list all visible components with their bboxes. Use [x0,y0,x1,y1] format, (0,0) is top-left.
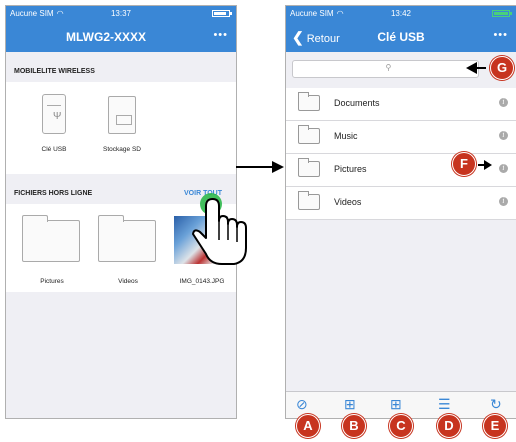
tapping-hand-icon [192,193,247,265]
callout-badge-b: B [342,414,366,438]
folder-row-videos[interactable]: Videos i [286,187,516,220]
sort-icon[interactable]: ☰ [438,396,451,413]
info-icon[interactable]: i [499,98,508,107]
folder-icon [298,92,320,111]
nav-bar: MLWG2-XXXX ••• [6,22,236,52]
select-icon[interactable]: ⊘ [296,396,308,413]
info-icon[interactable]: i [499,164,508,173]
callout-g-arrowhead [466,62,477,74]
callout-badge-c: C [389,414,413,438]
item-label: Videos [118,278,138,285]
folder-name: Videos [334,197,362,207]
arrowhead [272,161,284,173]
folder-icon [98,215,156,262]
folder-row-pictures[interactable]: Pictures i [286,154,516,187]
sd-card-icon [108,96,136,134]
more-menu-icon[interactable]: ••• [493,29,508,41]
device-label: Clé USB [41,146,67,153]
folder-row-music[interactable]: Music i [286,121,516,154]
folder-row-documents[interactable]: Documents i [286,88,516,121]
callout-f-arrowhead [484,160,492,170]
offline-item-pictures[interactable]: Pictures [22,215,82,286]
search-input[interactable]: ⚲ [292,60,479,78]
page-title: Clé USB [377,30,425,44]
nav-bar: ❮ Retour Clé USB ••• [286,22,516,52]
folder-name: Music [334,131,358,141]
callout-badge-g: G [490,56,514,80]
callout-badge-d: D [437,414,461,438]
more-menu-icon[interactable]: ••• [213,29,228,41]
usb-drive-icon: Ψ [42,94,66,134]
clock: 13:37 [110,9,132,18]
folder-icon [22,215,80,262]
callout-badge-f: F [452,152,476,176]
new-folder-icon[interactable]: ⊞ [344,396,356,413]
battery-icon [212,10,232,17]
grid-view-icon[interactable]: ⊞ [390,396,402,413]
info-icon[interactable]: i [499,131,508,140]
battery-icon [492,10,512,17]
devices-section: Ψ Clé USB Stockage SD [6,82,236,174]
folder-icon [298,191,320,210]
section-header-mobilelite: MOBILELITE WIRELESS [6,60,236,82]
item-label: IMG_0143.JPG [179,278,225,285]
search-icon: ⚲ [385,63,392,72]
device-label: Stockage SD [103,146,141,153]
device-title: MLWG2-XXXX [66,30,147,44]
status-bar: Aucune SIM ◠ 13:37 [6,6,236,22]
status-bar: Aucune SIM ◠ 13:42 [286,6,516,22]
callout-g-line [476,67,486,69]
info-icon[interactable]: i [499,197,508,206]
callout-badge-a: A [296,414,320,438]
device-sd[interactable]: Stockage SD [92,94,152,164]
folder-list: Documents i Music i Pictures i Videos i [286,88,516,220]
folder-icon [298,158,320,177]
callout-badge-e: E [483,414,507,438]
offline-item-videos[interactable]: Videos [98,215,158,286]
folder-name: Pictures [334,164,367,174]
refresh-icon[interactable]: ↻ [490,396,502,413]
device-usb[interactable]: Ψ Clé USB [24,94,84,164]
item-label: Pictures [40,278,64,285]
folder-name: Documents [334,98,380,108]
transition-arrow [236,166,274,168]
clock: 13:42 [390,9,412,18]
folder-icon [298,125,320,144]
